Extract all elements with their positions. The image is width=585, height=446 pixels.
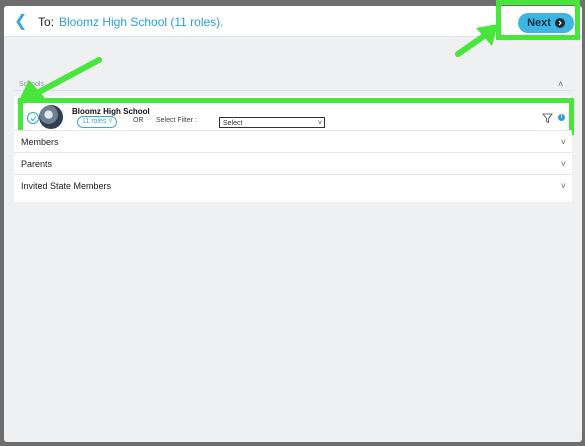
- group-row-invited[interactable]: Invited State Members ˅: [14, 174, 572, 197]
- pointer-arrow-icon: [455, 24, 498, 57]
- filter-select[interactable]: Select ˅: [219, 117, 325, 128]
- school-avatar: [39, 105, 63, 129]
- filter-label: Select Filter :: [156, 117, 197, 124]
- collapse-icon[interactable]: ˄: [558, 79, 563, 89]
- info-icon[interactable]: i: [558, 114, 565, 121]
- back-icon[interactable]: ❮: [14, 11, 27, 31]
- filter-select-value: Select: [223, 120, 243, 127]
- pointer-arrow-icon: [17, 57, 102, 104]
- or-label: OR: [133, 117, 144, 124]
- chevron-down-icon: ˅: [560, 159, 566, 169]
- roles-label: 11 roles: [82, 118, 107, 125]
- next-highlight-box: [496, 0, 580, 40]
- chevron-down-icon: ˅: [108, 118, 113, 125]
- group-row-parents[interactable]: Parents ˅: [14, 152, 572, 175]
- checkmark-icon[interactable]: [27, 112, 39, 124]
- recipient-summary: Bloomz High School (11 roles).: [59, 15, 224, 29]
- to-label: To:: [38, 15, 55, 29]
- group-label: Members: [21, 137, 59, 147]
- chevron-down-icon: ˅: [317, 120, 322, 127]
- group-label: Invited State Members: [21, 181, 112, 191]
- school-name: Bloomz High School: [72, 107, 150, 116]
- group-row-members[interactable]: Members ˅: [14, 130, 572, 153]
- roles-dropdown[interactable]: 11 roles ˅: [77, 116, 118, 128]
- chevron-down-icon: ˅: [560, 181, 566, 191]
- group-label: Parents: [21, 159, 53, 169]
- chevron-down-icon: ˅: [560, 137, 566, 147]
- filter-icon[interactable]: [542, 111, 553, 129]
